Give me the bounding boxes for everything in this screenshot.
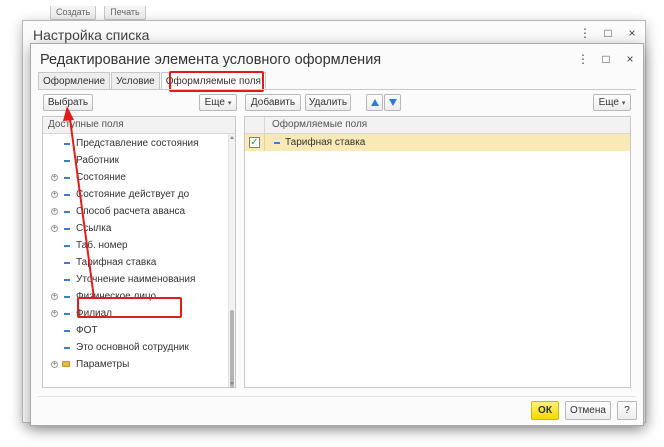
field-highlight-frame: [77, 297, 182, 318]
dialog-title: Редактирование элемента условного оформл…: [40, 52, 382, 68]
tree-item-label: Состояние действует до: [76, 189, 190, 200]
left-more-label: Еще: [204, 97, 225, 108]
field-dash-icon: [64, 296, 70, 298]
list-settings-title: Настройка списка: [33, 27, 150, 43]
tree-item-label: Тарифная ставка: [76, 257, 157, 268]
field-dash-icon: [64, 347, 70, 349]
header-check-column: [245, 117, 265, 134]
expand-icon[interactable]: +: [51, 191, 58, 198]
cancel-button[interactable]: Отмена: [565, 401, 611, 420]
more-actions-icon[interactable]: ⋮: [579, 26, 591, 40]
arrow-up-icon: [370, 99, 379, 106]
field-dash-icon: [64, 245, 70, 247]
chevron-down-icon: ▾: [621, 100, 626, 107]
chevron-down-icon: ▾: [227, 100, 232, 107]
field-dash-icon: [64, 313, 70, 315]
outer-window-controls: ⋮ □ ×: [579, 26, 637, 40]
delete-button[interactable]: Удалить: [305, 94, 351, 111]
right-more-button[interactable]: Еще ▾: [593, 94, 631, 111]
field-dash-icon: [64, 194, 70, 196]
background-create-button: Создать: [50, 6, 97, 20]
move-down-button[interactable]: [384, 94, 401, 111]
dialog-window-controls: ⋮ □ ×: [577, 52, 635, 66]
tree-item[interactable]: + Параметры: [43, 356, 225, 373]
tab-appearance[interactable]: Оформление: [38, 72, 111, 90]
maximize-icon[interactable]: □: [603, 26, 613, 40]
field-checkbox[interactable]: ✓: [249, 137, 260, 148]
formatted-fields-header: Оформляемые поля: [245, 117, 630, 134]
formatted-fields-panel: Оформляемые поля ✓ Тарифная ставка: [244, 116, 631, 388]
background-toolbar: Создать Печать: [50, 6, 146, 20]
field-dash-icon: [64, 177, 70, 179]
expand-icon[interactable]: +: [51, 293, 58, 300]
tree-item[interactable]: Уточнение наименования: [43, 271, 225, 288]
tree-item-label: Представление состояния: [76, 138, 199, 149]
tab-condition[interactable]: Условие: [111, 72, 160, 90]
expand-icon[interactable]: +: [51, 361, 58, 368]
tree-item[interactable]: Таб. номер: [43, 237, 225, 254]
tree-item[interactable]: + Состояние: [43, 169, 225, 186]
maximize-icon[interactable]: □: [601, 52, 611, 66]
available-fields-header: Доступные поля: [43, 117, 235, 134]
select-button[interactable]: Выбрать: [43, 94, 93, 111]
tree-item[interactable]: + Ссылка: [43, 220, 225, 237]
expand-icon[interactable]: +: [51, 310, 58, 317]
footer-divider: [38, 396, 636, 397]
close-icon[interactable]: ×: [627, 26, 637, 40]
check-cell: ✓: [245, 134, 265, 151]
tree-item-label: Способ расчета аванса: [76, 206, 186, 217]
tree-item-label: Уточнение наименования: [76, 274, 196, 285]
formatted-fields-header-label: Оформляемые поля: [272, 119, 368, 130]
tree-item[interactable]: + Способ расчета аванса: [43, 203, 225, 220]
scroll-up-icon[interactable]: [230, 136, 234, 139]
close-icon[interactable]: ×: [625, 52, 635, 66]
scroll-thumb[interactable]: [230, 310, 234, 388]
tree-item-label: Состояние: [76, 172, 126, 183]
field-dash-icon: [64, 160, 70, 162]
field-dash-icon: [64, 279, 70, 281]
add-button[interactable]: Добавить: [245, 94, 301, 111]
tree-item[interactable]: ФОТ: [43, 322, 225, 339]
tree-item[interactable]: Это основной сотрудник: [43, 339, 225, 356]
scroll-down-icon[interactable]: [230, 382, 234, 385]
tab-content: Выбрать Еще ▾ Добавить Удалить Еще ▾ Досту…: [38, 89, 636, 389]
field-dash-icon: [64, 330, 70, 332]
right-more-label: Еще: [598, 97, 619, 108]
formatted-field-label: Тарифная ставка: [285, 137, 366, 148]
tree-item[interactable]: Представление состояния: [43, 135, 225, 152]
field-dash-icon: [64, 211, 70, 213]
background-app: Создать Печать: [0, 0, 664, 22]
expand-icon[interactable]: +: [51, 174, 58, 181]
conditional-format-dialog: Редактирование элемента условного оформл…: [30, 43, 644, 426]
field-dash-icon: [64, 262, 70, 264]
tree-item-label: Таб. номер: [76, 240, 128, 251]
ok-button[interactable]: ОК: [531, 401, 559, 420]
field-dash-icon: [64, 143, 70, 145]
more-actions-icon[interactable]: ⋮: [577, 52, 589, 66]
expand-icon[interactable]: +: [51, 225, 58, 232]
tree-item-label: Ссылка: [76, 223, 112, 234]
left-more-button[interactable]: Еще ▾: [199, 94, 237, 111]
table-row[interactable]: ✓ Тарифная ставка: [245, 134, 630, 151]
arrow-down-icon: [388, 99, 397, 106]
tree-item-label: Работник: [76, 155, 120, 166]
move-up-button[interactable]: [366, 94, 383, 111]
field-dash-icon: [274, 142, 280, 144]
help-button[interactable]: ?: [617, 401, 637, 420]
background-print-button: Печать: [104, 6, 146, 20]
field-dash-icon: [64, 228, 70, 230]
tree-item[interactable]: Работник: [43, 152, 225, 169]
expand-icon[interactable]: +: [51, 208, 58, 215]
tree-item-label: Это основной сотрудник: [76, 342, 189, 353]
tree-item-label: Параметры: [76, 359, 130, 370]
tree-item[interactable]: Тарифная ставка: [43, 254, 225, 271]
folder-icon: [62, 361, 70, 367]
tree-item-label: ФОТ: [76, 325, 98, 336]
tree-item[interactable]: + Состояние действует до: [43, 186, 225, 203]
available-fields-scrollbar[interactable]: [228, 134, 235, 388]
available-fields-panel: Доступные поля Представление состояния Ра…: [42, 116, 236, 388]
